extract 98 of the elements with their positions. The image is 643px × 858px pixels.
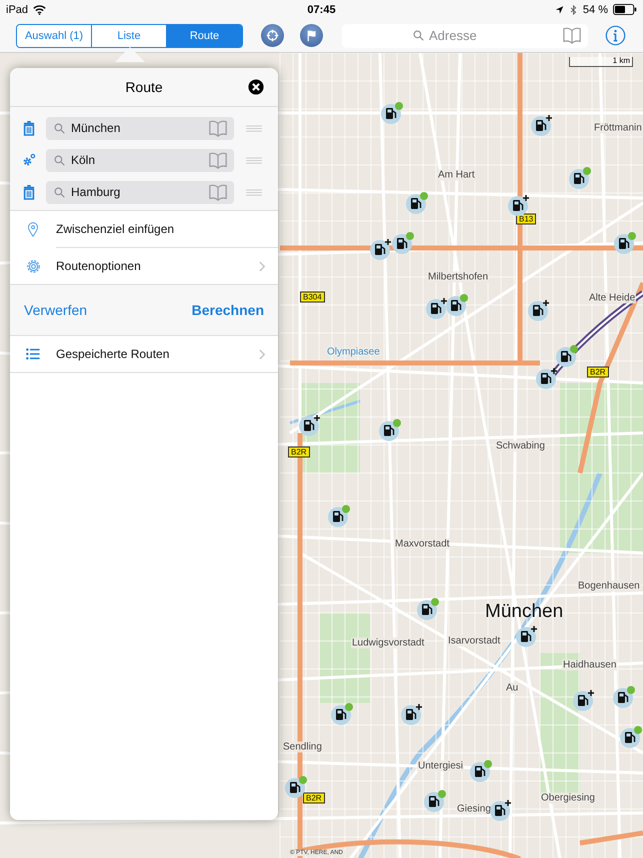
search-icon [54,186,65,198]
fuel-station-icon[interactable] [391,231,414,254]
panel-title: Route [125,79,163,95]
fuel-station-icon[interactable] [405,191,428,214]
fuel-station-icon[interactable] [400,702,423,725]
place-label: München [485,601,564,623]
place-label: Untergiesi [417,760,464,772]
saved-routes-item[interactable]: Gespeicherte Routen [10,336,278,372]
place-label: Ludwigsvorstadt [351,638,426,648]
book-icon [208,150,228,170]
waypoint-field[interactable]: Köln [46,148,234,172]
waypoint-input[interactable]: Hamburg [71,185,201,199]
place-label: Alte Heide [588,292,636,304]
place-label: Obergiesing [540,792,596,804]
bluetooth-icon [568,4,578,14]
fuel-station-icon[interactable] [555,344,578,367]
drag-handle-icon[interactable] [245,124,263,132]
location-pin-icon [27,220,39,238]
waypoint-field[interactable]: München [46,116,234,140]
place-label: Milbertshofen [427,272,490,282]
book-icon [208,118,228,138]
fuel-station-icon[interactable] [378,418,401,441]
list-icon [25,347,41,361]
road-sign: B2R [288,446,310,458]
search-icon [54,154,65,166]
fuel-station-icon[interactable] [469,759,492,782]
place-label: Giesing [456,804,492,814]
fuel-station-icon[interactable] [527,298,550,321]
road-sign: B2R [303,792,325,804]
book-icon [562,26,582,45]
drag-handle-icon[interactable] [245,188,263,196]
scale-bar: 1 km [569,57,633,67]
fuel-station-icon[interactable] [572,688,595,711]
gear-icon [24,258,42,274]
waypoint-input[interactable]: München [71,121,201,135]
fuel-station-icon[interactable] [619,725,642,748]
fuel-station-icon[interactable] [507,193,530,216]
place-label: Bogenhausen [577,580,641,592]
road-sign: B2R [587,366,609,378]
waypoint-field[interactable]: Hamburg [46,180,234,204]
flag-button[interactable] [300,24,323,47]
fuel-station-icon[interactable] [298,413,321,436]
fuel-station-icon[interactable] [284,775,307,798]
fuel-station-icon[interactable] [327,504,350,527]
place-label: Haidhausen [562,660,618,670]
battery-icon [612,4,637,15]
crosshair-icon [266,29,279,42]
segment-tab[interactable]: Route [167,24,242,46]
fuel-station-icon[interactable] [425,296,448,319]
book-icon [208,182,228,202]
fuel-station-icon[interactable] [515,624,538,647]
trash-icon[interactable] [22,120,36,136]
waypoint-input[interactable]: Köln [71,153,201,167]
place-label: Maxvorstadt [394,538,450,550]
fuel-station-icon[interactable] [489,798,512,821]
fuel-station-icon[interactable] [416,597,439,620]
place-label: Fröttmanin [593,122,643,134]
place-label: Am Hart [437,170,476,180]
fuel-station-icon[interactable] [535,366,558,389]
fuel-station-icon[interactable] [530,113,553,136]
fuel-station-icon[interactable] [369,237,392,260]
road-sign: B13 [516,214,536,224]
fuel-station-icon[interactable] [330,702,353,725]
discard-button[interactable]: Verwerfen [24,302,88,318]
fuel-station-icon[interactable] [380,101,403,124]
device-name: iPad [6,4,28,16]
place-label: Schwabing [495,440,546,452]
close-icon[interactable] [248,79,264,95]
info-icon[interactable] [605,25,626,46]
place-label: Olympiasee [327,346,380,358]
segment-tab[interactable]: Liste [92,24,167,46]
battery-percent: 54 % [582,4,608,16]
fuel-station-icon[interactable] [612,685,635,708]
search-icon [54,122,65,134]
drag-handle-icon[interactable] [245,156,263,164]
location-arrow-icon [554,4,564,14]
fuel-station-icon[interactable] [568,166,591,189]
wifi-icon [33,4,46,14]
place-label: Sendling [282,742,323,752]
fuel-station-icon[interactable] [423,789,446,812]
trash-icon[interactable] [22,184,36,200]
search-icon [413,30,424,41]
segment-tab[interactable]: Auswahl (1) [17,24,92,46]
menu-item[interactable]: Routenoptionen [10,248,278,284]
gears-icon[interactable] [22,152,36,168]
address-search-field[interactable]: Adresse [342,24,588,48]
menu-item[interactable]: Zwischenziel einfügen [10,211,278,247]
address-input[interactable]: Adresse [429,28,491,43]
popover-pointer [115,47,145,62]
fuel-station-icon[interactable] [445,293,468,316]
place-label: Au [505,682,520,694]
calculate-button[interactable]: Berechnen [192,302,264,318]
compass-button[interactable] [261,24,284,47]
place-label: Isarvorstadt [447,636,502,646]
fuel-station-icon[interactable] [613,231,636,254]
road-sign: B304 [300,292,325,302]
clock: 07:45 [307,4,336,16]
flag-icon [305,29,318,42]
